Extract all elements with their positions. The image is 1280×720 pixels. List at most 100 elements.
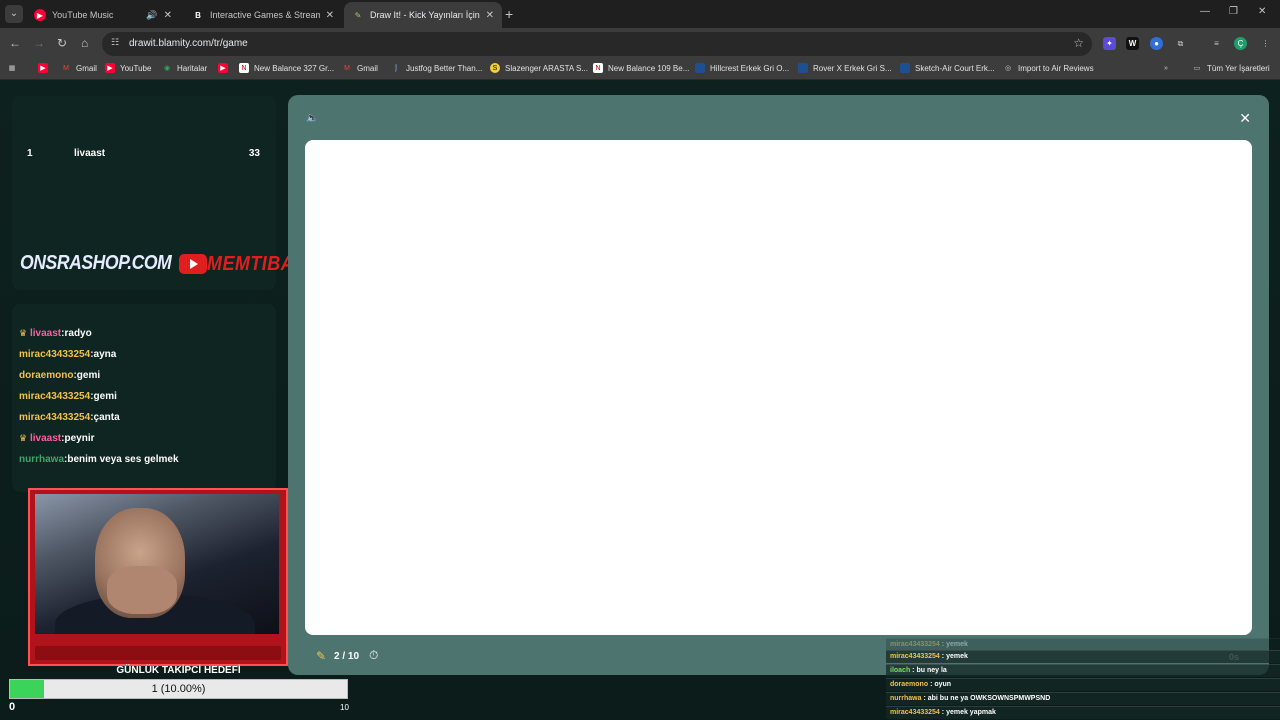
bookmark-item[interactable]: ▶	[218, 63, 233, 73]
chat-username: mirac43433254	[19, 391, 91, 402]
guess-text: yemek	[946, 653, 968, 660]
bookmark-label: Gmail	[357, 63, 378, 73]
profile-avatar-icon[interactable]: Ç	[1234, 37, 1247, 50]
youtube-icon: ▶	[38, 63, 48, 73]
stream-overlay-brand: ONSRASHOP.COM	[20, 252, 172, 274]
guess-feed-row: doraemono : oyun	[886, 678, 1280, 691]
guess-text: yemek yapmak	[946, 709, 996, 716]
bookmark-label: New Balance 109 Be...	[608, 63, 690, 73]
chat-username: mirac43433254	[19, 412, 91, 423]
extensions-puzzle-icon[interactable]: ⧉	[1174, 37, 1187, 50]
close-tab-icon[interactable]: ✕	[486, 10, 494, 21]
chat-text: gemi	[93, 391, 117, 402]
bookmark-item[interactable]: Sketch-Air Court Erk...	[900, 63, 995, 73]
restore-icon[interactable]: ❐	[1229, 6, 1238, 17]
guess-feed-row: nurrhawa : abi bu ne ya OWKSOWNSPMWPSND	[886, 692, 1280, 705]
new-tab-icon[interactable]: +	[505, 6, 513, 22]
extension-icon[interactable]: ✦	[1103, 37, 1116, 50]
forward-icon[interactable]: →	[33, 36, 45, 50]
reading-list-icon[interactable]: ≡	[1210, 37, 1223, 50]
folder-icon: ▭	[1193, 65, 1201, 72]
reload-icon[interactable]: ↻	[57, 36, 67, 50]
tab-draw-it[interactable]: ✎ Draw It! - Kick Yayınları İçin Çizi ✕	[344, 2, 502, 28]
gmail-icon: M	[63, 64, 69, 72]
bookmark-item[interactable]: ▶	[38, 63, 53, 73]
close-icon[interactable]: ✕	[1239, 110, 1251, 127]
more-bookmarks-icon[interactable]: »	[1161, 63, 1176, 73]
bookmark-item[interactable]: ǰ Justfog Better Than...	[391, 63, 482, 73]
crown-icon: ♛	[19, 433, 28, 443]
justfog-icon: ǰ	[395, 64, 397, 72]
chat-message: ♛ livaast:peynir	[19, 433, 95, 444]
all-bookmarks[interactable]: ▭ Tüm Yer İşaretleri	[1192, 63, 1270, 73]
speaker-icon[interactable]: 🔊	[146, 10, 157, 21]
chat-message: nurrhawa:benim veya ses gelmek	[19, 454, 179, 465]
tab-youtube-music[interactable]: ▶ YouTube Music 🔊 ✕	[26, 2, 180, 28]
close-tab-icon[interactable]: ✕	[326, 10, 334, 21]
bookmark-label: Justfog Better Than...	[406, 63, 483, 73]
apps-grid-icon[interactable]: ▦	[7, 63, 22, 73]
bookmark-item[interactable]: N New Balance 109 Be...	[593, 63, 689, 73]
address-bar[interactable]: ☷ drawit.blamity.com/tr/game ☆	[102, 32, 1092, 56]
close-window-icon[interactable]: ✕	[1258, 6, 1266, 17]
gmail-icon: M	[344, 64, 350, 72]
bookmark-label: Slazenger ARASTA S...	[505, 63, 589, 73]
chat-text: peynir	[64, 433, 95, 444]
extension-shield-icon[interactable]: ●	[1150, 37, 1163, 50]
bookmark-item[interactable]: ◉ Haritalar	[162, 63, 207, 73]
bookmark-item[interactable]: S Slazenger ARASTA S...	[490, 63, 588, 73]
close-tab-icon[interactable]: ✕	[164, 10, 172, 21]
chat-username: livaast	[30, 328, 62, 339]
bookmark-label: YouTube	[120, 63, 152, 73]
guess-text: abi bu ne ya OWKSOWNSPMWPSND	[927, 695, 1051, 702]
drawing-canvas[interactable]	[305, 140, 1252, 635]
leaderboard-player-name: livaast	[74, 148, 106, 159]
bookmark-item[interactable]: ◎ Import to Air Reviews	[1003, 63, 1094, 73]
youtube-logo-icon	[179, 254, 207, 274]
tab-search-icon[interactable]: ⌄	[5, 5, 23, 23]
chat-username: nurrhawa	[19, 454, 65, 465]
chat-message: mirac43433254:gemi	[19, 391, 117, 402]
minimize-icon[interactable]: —	[1200, 6, 1210, 17]
bookmark-item[interactable]: M Gmail	[61, 63, 97, 73]
chat-panel: ♛ livaast:radyo mirac43433254:ayna doraem…	[12, 304, 276, 492]
tab-title: Interactive Games & Streaming	[210, 10, 320, 20]
webcam-overlay	[28, 488, 288, 666]
bookmark-label: New Balance 327 Gr...	[254, 63, 335, 73]
extension-w-icon[interactable]: W	[1126, 37, 1139, 50]
back-icon[interactable]: ←	[9, 36, 21, 50]
home-icon[interactable]: ⌂	[81, 36, 88, 50]
chat-message: ♛ livaast:radyo	[19, 328, 92, 339]
bookmark-label: Hillcrest Erkek Gri O...	[710, 63, 790, 73]
chat-text: ayna	[93, 349, 117, 360]
bookmark-item[interactable]: N New Balance 327 Gr...	[239, 63, 334, 73]
slazenger-icon: S	[490, 63, 500, 73]
guess-username: nurrhawa	[890, 695, 922, 702]
chat-username: livaast	[30, 433, 62, 444]
tab-interactive-games[interactable]: B Interactive Games & Streaming ✕	[184, 2, 342, 28]
leaderboard-score: 33	[248, 148, 260, 159]
bookmark-label: Rover X Erkek Gri S...	[813, 63, 892, 73]
bookmark-item[interactable]: M Gmail	[342, 63, 378, 73]
guess-username: iloach	[890, 667, 911, 674]
site-info-icon[interactable]: ☷	[111, 37, 123, 49]
bookmark-item[interactable]: Hillcrest Erkek Gri O...	[695, 63, 789, 73]
chat-message: doraemono:gemi	[19, 370, 101, 381]
newbalance-icon: N	[239, 63, 249, 73]
youtube-icon: ▶	[105, 63, 115, 73]
sound-icon[interactable]: 🔈	[306, 113, 318, 124]
guess-text: oyun	[934, 681, 952, 688]
maps-icon: ◉	[163, 65, 171, 72]
bookmark-item[interactable]: Rover X Erkek Gri S...	[798, 63, 892, 73]
chat-message: mirac43433254:ayna	[19, 349, 117, 360]
guess-feed-row: mirac43433254 : yemek	[886, 650, 1280, 663]
guess-username: doraemono	[890, 681, 929, 688]
chat-username: doraemono	[19, 370, 74, 381]
url-text[interactable]: drawit.blamity.com/tr/game	[129, 38, 248, 49]
pencil-icon: ✎	[316, 649, 327, 663]
bookmark-item[interactable]: ▶ YouTube	[105, 63, 151, 73]
menu-kebab-icon[interactable]: ⋮	[1259, 37, 1272, 50]
bookmark-star-icon[interactable]: ☆	[1073, 36, 1084, 50]
chat-message: mirac43433254:çanta	[19, 412, 120, 423]
youtube-music-icon: ▶	[34, 9, 46, 21]
